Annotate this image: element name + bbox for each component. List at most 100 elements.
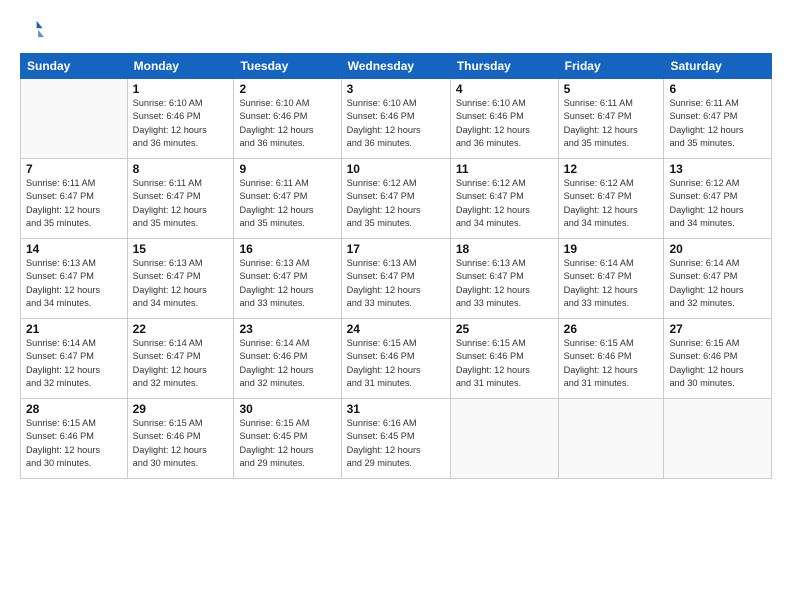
day-info: Sunrise: 6:12 AM Sunset: 6:47 PM Dayligh… <box>456 177 553 230</box>
day-number: 18 <box>456 242 553 256</box>
header <box>20 18 772 45</box>
day-number: 2 <box>239 82 335 96</box>
day-info: Sunrise: 6:14 AM Sunset: 6:47 PM Dayligh… <box>564 257 659 310</box>
calendar-cell <box>21 79 128 159</box>
day-info: Sunrise: 6:10 AM Sunset: 6:46 PM Dayligh… <box>347 97 445 150</box>
calendar-cell: 15Sunrise: 6:13 AM Sunset: 6:47 PM Dayli… <box>127 239 234 319</box>
calendar-cell: 5Sunrise: 6:11 AM Sunset: 6:47 PM Daylig… <box>558 79 664 159</box>
calendar-cell: 31Sunrise: 6:16 AM Sunset: 6:45 PM Dayli… <box>341 399 450 479</box>
day-number: 30 <box>239 402 335 416</box>
calendar-cell <box>558 399 664 479</box>
day-info: Sunrise: 6:14 AM Sunset: 6:47 PM Dayligh… <box>26 337 122 390</box>
calendar-cell: 1Sunrise: 6:10 AM Sunset: 6:46 PM Daylig… <box>127 79 234 159</box>
calendar-cell: 13Sunrise: 6:12 AM Sunset: 6:47 PM Dayli… <box>664 159 772 239</box>
day-number: 11 <box>456 162 553 176</box>
calendar-cell: 30Sunrise: 6:15 AM Sunset: 6:45 PM Dayli… <box>234 399 341 479</box>
day-info: Sunrise: 6:16 AM Sunset: 6:45 PM Dayligh… <box>347 417 445 470</box>
day-number: 28 <box>26 402 122 416</box>
day-number: 29 <box>133 402 229 416</box>
day-number: 1 <box>133 82 229 96</box>
calendar-cell <box>450 399 558 479</box>
day-info: Sunrise: 6:10 AM Sunset: 6:46 PM Dayligh… <box>239 97 335 150</box>
day-number: 25 <box>456 322 553 336</box>
calendar-cell: 7Sunrise: 6:11 AM Sunset: 6:47 PM Daylig… <box>21 159 128 239</box>
day-info: Sunrise: 6:14 AM Sunset: 6:46 PM Dayligh… <box>239 337 335 390</box>
calendar-cell: 25Sunrise: 6:15 AM Sunset: 6:46 PM Dayli… <box>450 319 558 399</box>
day-info: Sunrise: 6:13 AM Sunset: 6:47 PM Dayligh… <box>347 257 445 310</box>
day-info: Sunrise: 6:11 AM Sunset: 6:47 PM Dayligh… <box>239 177 335 230</box>
day-number: 4 <box>456 82 553 96</box>
calendar-cell: 16Sunrise: 6:13 AM Sunset: 6:47 PM Dayli… <box>234 239 341 319</box>
calendar-cell: 24Sunrise: 6:15 AM Sunset: 6:46 PM Dayli… <box>341 319 450 399</box>
calendar-cell: 28Sunrise: 6:15 AM Sunset: 6:46 PM Dayli… <box>21 399 128 479</box>
day-info: Sunrise: 6:15 AM Sunset: 6:46 PM Dayligh… <box>669 337 766 390</box>
logo-icon <box>22 18 44 40</box>
weekday-header-wednesday: Wednesday <box>341 54 450 79</box>
calendar-cell: 19Sunrise: 6:14 AM Sunset: 6:47 PM Dayli… <box>558 239 664 319</box>
day-info: Sunrise: 6:12 AM Sunset: 6:47 PM Dayligh… <box>669 177 766 230</box>
week-row-2: 7Sunrise: 6:11 AM Sunset: 6:47 PM Daylig… <box>21 159 772 239</box>
calendar-cell: 17Sunrise: 6:13 AM Sunset: 6:47 PM Dayli… <box>341 239 450 319</box>
day-number: 16 <box>239 242 335 256</box>
day-number: 7 <box>26 162 122 176</box>
week-row-1: 1Sunrise: 6:10 AM Sunset: 6:46 PM Daylig… <box>21 79 772 159</box>
day-info: Sunrise: 6:10 AM Sunset: 6:46 PM Dayligh… <box>456 97 553 150</box>
day-number: 10 <box>347 162 445 176</box>
day-number: 3 <box>347 82 445 96</box>
calendar-table: SundayMondayTuesdayWednesdayThursdayFrid… <box>20 53 772 479</box>
day-info: Sunrise: 6:10 AM Sunset: 6:46 PM Dayligh… <box>133 97 229 150</box>
day-info: Sunrise: 6:14 AM Sunset: 6:47 PM Dayligh… <box>133 337 229 390</box>
calendar-cell: 4Sunrise: 6:10 AM Sunset: 6:46 PM Daylig… <box>450 79 558 159</box>
day-number: 17 <box>347 242 445 256</box>
day-number: 23 <box>239 322 335 336</box>
calendar-cell: 23Sunrise: 6:14 AM Sunset: 6:46 PM Dayli… <box>234 319 341 399</box>
day-number: 13 <box>669 162 766 176</box>
day-number: 8 <box>133 162 229 176</box>
calendar-cell: 11Sunrise: 6:12 AM Sunset: 6:47 PM Dayli… <box>450 159 558 239</box>
weekday-header-friday: Friday <box>558 54 664 79</box>
week-row-3: 14Sunrise: 6:13 AM Sunset: 6:47 PM Dayli… <box>21 239 772 319</box>
day-info: Sunrise: 6:13 AM Sunset: 6:47 PM Dayligh… <box>133 257 229 310</box>
calendar-cell: 12Sunrise: 6:12 AM Sunset: 6:47 PM Dayli… <box>558 159 664 239</box>
calendar-cell: 20Sunrise: 6:14 AM Sunset: 6:47 PM Dayli… <box>664 239 772 319</box>
day-number: 31 <box>347 402 445 416</box>
day-info: Sunrise: 6:11 AM Sunset: 6:47 PM Dayligh… <box>26 177 122 230</box>
day-number: 15 <box>133 242 229 256</box>
day-info: Sunrise: 6:15 AM Sunset: 6:46 PM Dayligh… <box>564 337 659 390</box>
weekday-header-monday: Monday <box>127 54 234 79</box>
calendar-cell <box>664 399 772 479</box>
day-number: 20 <box>669 242 766 256</box>
day-info: Sunrise: 6:15 AM Sunset: 6:45 PM Dayligh… <box>239 417 335 470</box>
day-number: 14 <box>26 242 122 256</box>
day-number: 27 <box>669 322 766 336</box>
calendar-cell: 2Sunrise: 6:10 AM Sunset: 6:46 PM Daylig… <box>234 79 341 159</box>
day-info: Sunrise: 6:11 AM Sunset: 6:47 PM Dayligh… <box>564 97 659 150</box>
day-info: Sunrise: 6:12 AM Sunset: 6:47 PM Dayligh… <box>564 177 659 230</box>
day-info: Sunrise: 6:12 AM Sunset: 6:47 PM Dayligh… <box>347 177 445 230</box>
day-info: Sunrise: 6:14 AM Sunset: 6:47 PM Dayligh… <box>669 257 766 310</box>
day-number: 5 <box>564 82 659 96</box>
calendar-cell: 6Sunrise: 6:11 AM Sunset: 6:47 PM Daylig… <box>664 79 772 159</box>
day-info: Sunrise: 6:13 AM Sunset: 6:47 PM Dayligh… <box>456 257 553 310</box>
day-info: Sunrise: 6:15 AM Sunset: 6:46 PM Dayligh… <box>347 337 445 390</box>
week-row-4: 21Sunrise: 6:14 AM Sunset: 6:47 PM Dayli… <box>21 319 772 399</box>
weekday-header-row: SundayMondayTuesdayWednesdayThursdayFrid… <box>21 54 772 79</box>
calendar-cell: 22Sunrise: 6:14 AM Sunset: 6:47 PM Dayli… <box>127 319 234 399</box>
calendar-cell: 8Sunrise: 6:11 AM Sunset: 6:47 PM Daylig… <box>127 159 234 239</box>
day-info: Sunrise: 6:15 AM Sunset: 6:46 PM Dayligh… <box>456 337 553 390</box>
day-number: 26 <box>564 322 659 336</box>
calendar-cell: 27Sunrise: 6:15 AM Sunset: 6:46 PM Dayli… <box>664 319 772 399</box>
weekday-header-saturday: Saturday <box>664 54 772 79</box>
calendar-cell: 9Sunrise: 6:11 AM Sunset: 6:47 PM Daylig… <box>234 159 341 239</box>
day-info: Sunrise: 6:15 AM Sunset: 6:46 PM Dayligh… <box>26 417 122 470</box>
day-number: 9 <box>239 162 335 176</box>
calendar-cell: 29Sunrise: 6:15 AM Sunset: 6:46 PM Dayli… <box>127 399 234 479</box>
calendar-cell: 18Sunrise: 6:13 AM Sunset: 6:47 PM Dayli… <box>450 239 558 319</box>
day-info: Sunrise: 6:13 AM Sunset: 6:47 PM Dayligh… <box>26 257 122 310</box>
weekday-header-thursday: Thursday <box>450 54 558 79</box>
day-number: 12 <box>564 162 659 176</box>
logo <box>20 18 44 45</box>
day-info: Sunrise: 6:11 AM Sunset: 6:47 PM Dayligh… <box>669 97 766 150</box>
page: SundayMondayTuesdayWednesdayThursdayFrid… <box>0 0 792 612</box>
calendar-cell: 3Sunrise: 6:10 AM Sunset: 6:46 PM Daylig… <box>341 79 450 159</box>
